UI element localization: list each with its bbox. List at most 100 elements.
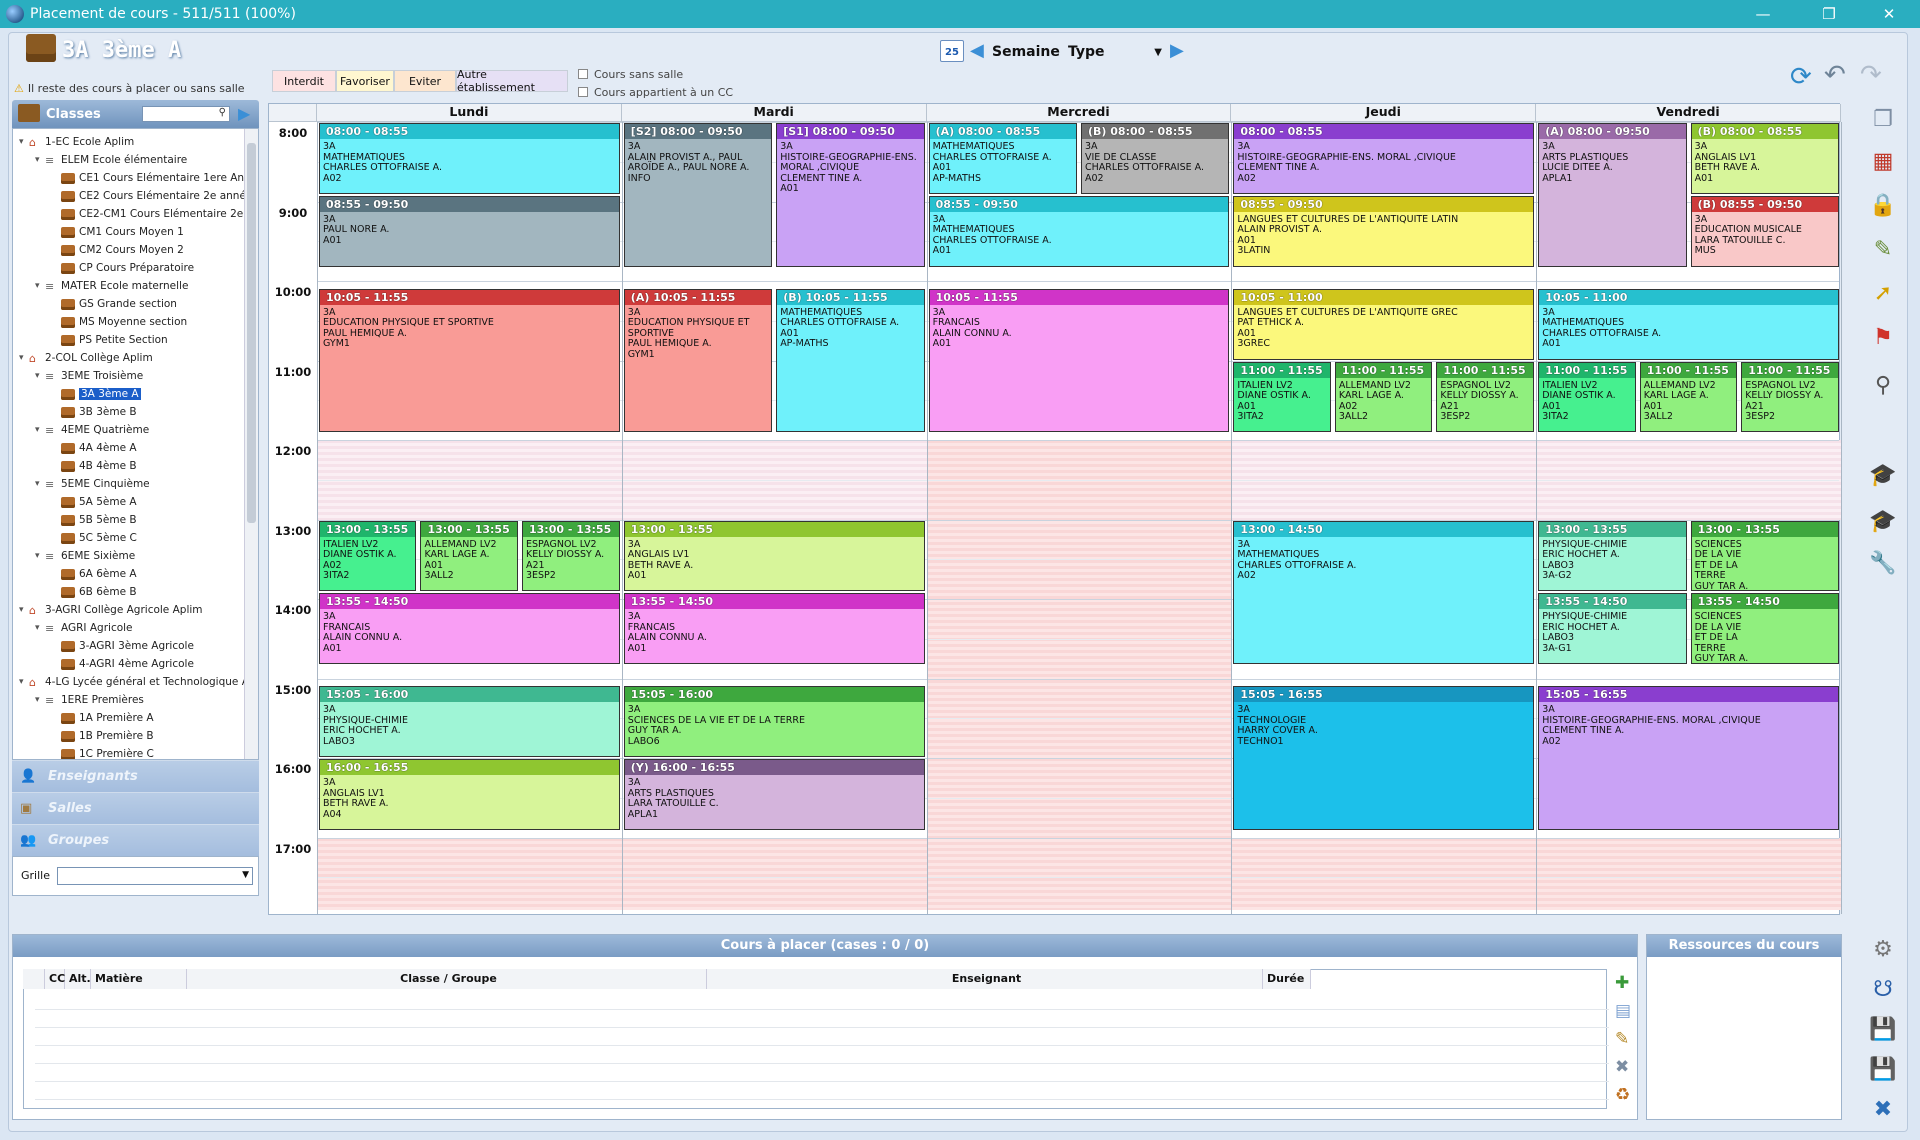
course-block[interactable]: (B) 10:05 - 11:55 MATHEMATIQUES CHARLES O…: [776, 288, 925, 433]
tree-item[interactable]: ▾ ≡ ELEM Ecole élémentaire: [35, 151, 187, 169]
column-header[interactable]: CC: [45, 969, 65, 989]
course-block[interactable]: 10:05 - 11:00 LANGUES ET CULTURES DE L'AN…: [1233, 288, 1535, 360]
course-block[interactable]: 13:00 - 13:55 PHYSIQUE-CHIMIE ERIC HOCHET…: [1538, 520, 1687, 592]
tree-toggle-icon[interactable]: ▾: [35, 623, 45, 633]
tree-scrollbar-thumb[interactable]: [247, 143, 256, 523]
tree-item[interactable]: GS Grande section: [51, 295, 177, 313]
tree-item[interactable]: ▾ ⌂ 3-AGRI Collège Agricole Aplim: [19, 601, 203, 619]
recycle-icon[interactable]: ♻: [1615, 1085, 1630, 1105]
tree-toggle-icon[interactable]: ▾: [35, 551, 45, 561]
column-header[interactable]: [23, 969, 45, 989]
course-block[interactable]: 15:05 - 16:55 3A HISTOIRE-GEOGRAPHIE-ENS.…: [1538, 686, 1839, 830]
tree-item[interactable]: CE2 Cours Elémentaire 2e année: [51, 187, 252, 205]
tree-scrollbar[interactable]: [244, 129, 258, 759]
table-row[interactable]: [35, 1027, 1609, 1028]
classes-search-input[interactable]: ⚲: [142, 106, 230, 122]
course-block[interactable]: (B) 08:00 - 08:55 3A ANGLAIS LV1 BETH RAV…: [1690, 123, 1839, 194]
tree-toggle-icon[interactable]: ▾: [19, 353, 29, 363]
network-icon[interactable]: ☋: [1868, 974, 1898, 1004]
classes-header[interactable]: Classes ⚲ ▶: [12, 100, 259, 128]
tree-item[interactable]: 1A Première A: [51, 709, 154, 727]
course-block[interactable]: 13:00 - 13:55 ALLEMAND LV2 KARL LAGE A. A…: [420, 520, 518, 592]
tree-item[interactable]: 4B 4ème B: [51, 457, 137, 475]
delete-icon[interactable]: ✖: [1615, 1057, 1629, 1077]
tree-item[interactable]: CM1 Cours Moyen 1: [51, 223, 184, 241]
course-block[interactable]: 11:00 - 11:55 ESPAGNOL LV2 KELLY DIOSSY A…: [1741, 361, 1839, 433]
grid-corner[interactable]: [269, 104, 317, 122]
search-user-icon[interactable]: ⚲: [1868, 370, 1898, 400]
course-block[interactable]: 13:00 - 14:50 3A MATHEMATIQUES CHARLES OT…: [1233, 520, 1535, 665]
calendar-icon[interactable]: 25: [940, 40, 964, 62]
course-block[interactable]: 16:00 - 16:55 3A ANGLAIS LV1 BETH RAVE A.…: [319, 759, 620, 830]
arrow-icon[interactable]: ➚: [1868, 278, 1898, 308]
course-block[interactable]: 15:05 - 16:00 3A PHYSIQUE-CHIMIE ERIC HOC…: [319, 686, 620, 757]
tree-item[interactable]: 5B 5ème B: [51, 511, 137, 529]
tree-toggle-icon[interactable]: ▾: [19, 137, 29, 147]
gear-icon[interactable]: ⚙: [1868, 934, 1898, 964]
lock-icon[interactable]: 🔒: [1868, 190, 1898, 220]
section-enseignants[interactable]: 👤 Enseignants: [12, 760, 259, 792]
close-panel-icon[interactable]: ✖: [1868, 1094, 1898, 1124]
tree-item[interactable]: MS Moyenne section: [51, 313, 187, 331]
course-block[interactable]: 11:00 - 11:55 ESPAGNOL LV2 KELLY DIOSSY A…: [1436, 361, 1535, 433]
column-header[interactable]: Alt.: [65, 969, 91, 989]
tree-item[interactable]: 3A 3ème A: [51, 385, 141, 403]
course-block[interactable]: 13:55 - 14:50 3A FRANCAIS ALAIN CONNU A. …: [319, 593, 620, 665]
tree-toggle-icon[interactable]: ▾: [19, 605, 29, 615]
copy-icon[interactable]: ❐: [1868, 104, 1898, 134]
tree-item[interactable]: 6B 6ème B: [51, 583, 137, 601]
calendar-delete-icon[interactable]: ▦: [1868, 146, 1898, 176]
course-block[interactable]: (A) 08:00 - 08:55 MATHEMATIQUES CHARLES O…: [928, 123, 1077, 194]
save-as-icon[interactable]: 💾: [1868, 1054, 1898, 1084]
tree-item[interactable]: 5C 5ème C: [51, 529, 137, 547]
tree-toggle-icon[interactable]: ▾: [35, 695, 45, 705]
course-block[interactable]: 11:00 - 11:55 ALLEMAND LV2 KARL LAGE A. A…: [1639, 361, 1738, 433]
tree-item[interactable]: ▾ ⌂ 1-EC Ecole Aplim: [19, 133, 134, 151]
course-block[interactable]: 13:00 - 13:55 ITALIEN LV2 DIANE OSTIK A. …: [319, 520, 417, 592]
tree-item[interactable]: CM2 Cours Moyen 2: [51, 241, 184, 259]
course-block[interactable]: (B) 08:55 - 09:50 3A EDUCATION MUSICALE L…: [1690, 195, 1839, 267]
redo-icon[interactable]: ↷: [1860, 60, 1882, 90]
tree-item[interactable]: ▾ ≡ 4EME Quatrième: [35, 421, 149, 439]
course-block[interactable]: 13:00 - 13:55 ESPAGNOL LV2 KELLY DIOSSY A…: [521, 520, 620, 592]
column-header[interactable]: Durée: [1263, 969, 1311, 989]
tree-item[interactable]: 3B 3ème B: [51, 403, 137, 421]
course-block[interactable]: 11:00 - 11:55 ITALIEN LV2 DIANE OSTIK A. …: [1538, 361, 1636, 433]
course-block[interactable]: 13:00 - 13:55 3A ANGLAIS LV1 BETH RAVE A.…: [623, 520, 925, 592]
tree-item[interactable]: PS Petite Section: [51, 331, 168, 349]
minimize-icon[interactable]: —: [1740, 0, 1786, 28]
tree-toggle-icon[interactable]: ▾: [35, 281, 45, 291]
course-block[interactable]: 15:05 - 16:55 3A TECHNOLOGIE HARRY COVER …: [1233, 686, 1535, 830]
next-week-icon[interactable]: ▶: [1170, 40, 1184, 61]
table-row[interactable]: [35, 1009, 1609, 1010]
course-block[interactable]: (B) 08:00 - 08:55 3A VIE DE CLASSE CHARLE…: [1081, 123, 1230, 194]
close-icon[interactable]: ✕: [1866, 0, 1912, 28]
graduation-warning-icon[interactable]: 🎓: [1868, 506, 1898, 536]
section-groupes[interactable]: 👥 Groupes: [12, 824, 259, 856]
tree-item[interactable]: 5A 5ème A: [51, 493, 137, 511]
tree-item[interactable]: CP Cours Préparatoire: [51, 259, 194, 277]
course-block[interactable]: 13:55 - 14:50 3A FRANCAIS ALAIN CONNU A. …: [623, 593, 925, 665]
tree-item[interactable]: CE2-CM1 Cours Elémentaire 2e a: [51, 205, 253, 223]
restore-icon[interactable]: ❐: [1806, 0, 1852, 28]
tree-item[interactable]: 6A 6ème A: [51, 565, 137, 583]
undo-icon[interactable]: ↶: [1824, 60, 1846, 90]
document-icon[interactable]: ▤: [1615, 1001, 1631, 1021]
save-icon[interactable]: 💾: [1868, 1014, 1898, 1044]
course-block[interactable]: (A) 10:05 - 11:55 3A EDUCATION PHYSIQUE E…: [623, 288, 773, 433]
course-block[interactable]: (A) 08:00 - 09:50 3A ARTS PLASTIQUES LUCI…: [1538, 123, 1687, 267]
tree-item[interactable]: 4-AGRI 4ème Agricole: [51, 655, 194, 673]
tree-toggle-icon[interactable]: ▾: [35, 371, 45, 381]
cours-sans-salle-check[interactable]: Cours sans salle: [578, 68, 683, 81]
tree-item[interactable]: ▾ ≡ MATER Ecole maternelle: [35, 277, 188, 295]
eviter-button[interactable]: Eviter: [394, 70, 456, 92]
course-block[interactable]: 13:55 - 14:50 SCIENCES DE LA VIE ET DE LA…: [1690, 593, 1839, 665]
tree-item[interactable]: 4A 4ème A: [51, 439, 137, 457]
course-block[interactable]: 08:55 - 09:50 3A MATHEMATIQUES CHARLES OT…: [928, 195, 1230, 267]
table-row[interactable]: [35, 1063, 1609, 1064]
tree-item[interactable]: 3-AGRI 3ème Agricole: [51, 637, 194, 655]
refresh-icon[interactable]: ⟳: [1790, 62, 1812, 92]
course-block[interactable]: (Y) 16:00 - 16:55 3A ARTS PLASTIQUES LARA…: [623, 759, 925, 830]
course-block[interactable]: 10:05 - 11:55 3A EDUCATION PHYSIQUE ET SP…: [319, 288, 620, 433]
tree-item[interactable]: ▾ ≡ 1ERE Premières: [35, 691, 144, 709]
